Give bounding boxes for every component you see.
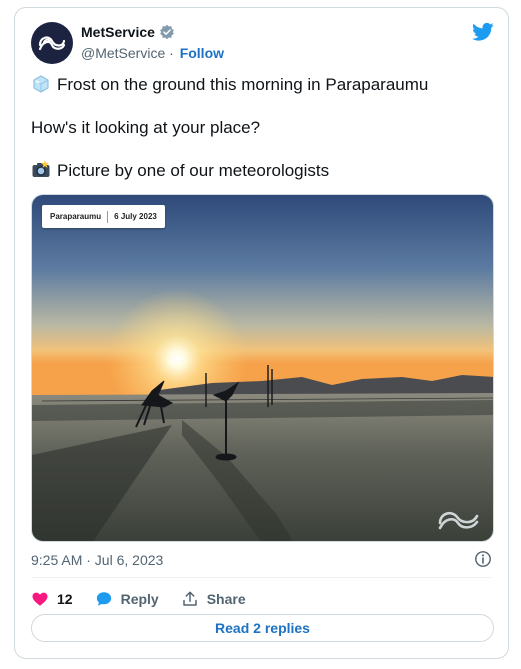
reply-button[interactable]: Reply: [95, 590, 159, 608]
display-name[interactable]: MetService: [81, 24, 155, 40]
twitter-bird-icon[interactable]: [472, 22, 494, 42]
tweet-line-2-text: How's it looking at your place?: [31, 118, 261, 137]
tweet-card[interactable]: MetService @MetService · Follow Frost on…: [14, 7, 509, 659]
reply-bubble-icon: [96, 592, 111, 606]
tweet-line-2: How's it looking at your place?: [31, 117, 491, 139]
camera-flash-emoji-icon: [32, 160, 50, 177]
handle-separator: ·: [165, 45, 178, 61]
tweet-text: Frost on the ground this morning in Para…: [31, 74, 491, 203]
frost-landscape-image: [32, 195, 493, 541]
tweet-line-3-text: Picture by one of our meteorologists: [57, 161, 330, 180]
tweet-timestamp[interactable]: 9:25 AM · Jul 6, 2023: [31, 552, 163, 568]
verified-badge-icon: [160, 24, 174, 40]
follow-button[interactable]: Follow: [180, 45, 224, 61]
share-label: Share: [206, 591, 246, 607]
tweet-line-1-text: Frost on the ground this morning in Para…: [57, 75, 429, 94]
tweet-line-1: Frost on the ground this morning in Para…: [31, 74, 491, 96]
heart-icon: [32, 592, 48, 606]
info-icon[interactable]: [474, 550, 492, 568]
handle[interactable]: @MetService: [81, 45, 165, 61]
photo-label-divider: [107, 210, 109, 223]
action-bar: 12 Reply Share: [31, 586, 268, 612]
tweet-photo[interactable]: Paraparaumu 6 July 2023: [31, 194, 494, 542]
photo-date: 6 July 2023: [114, 212, 157, 221]
ice-cube-emoji-icon: [33, 75, 49, 93]
photo-location: Paraparaumu: [50, 212, 102, 221]
metservice-watermark-icon: [438, 511, 479, 530]
share-button[interactable]: Share: [181, 590, 246, 608]
divider: [31, 577, 492, 578]
tweet-line-3: Picture by one of our meteorologists: [31, 160, 491, 182]
avatar[interactable]: [31, 22, 73, 64]
metservice-logo-icon: [38, 36, 66, 51]
photo-caption-label: Paraparaumu 6 July 2023: [42, 205, 165, 228]
share-icon: [182, 591, 197, 606]
read-replies-button[interactable]: Read 2 replies: [31, 614, 494, 642]
like-count: 12: [57, 591, 73, 607]
like-button[interactable]: 12: [31, 590, 73, 608]
reply-label: Reply: [120, 591, 159, 607]
